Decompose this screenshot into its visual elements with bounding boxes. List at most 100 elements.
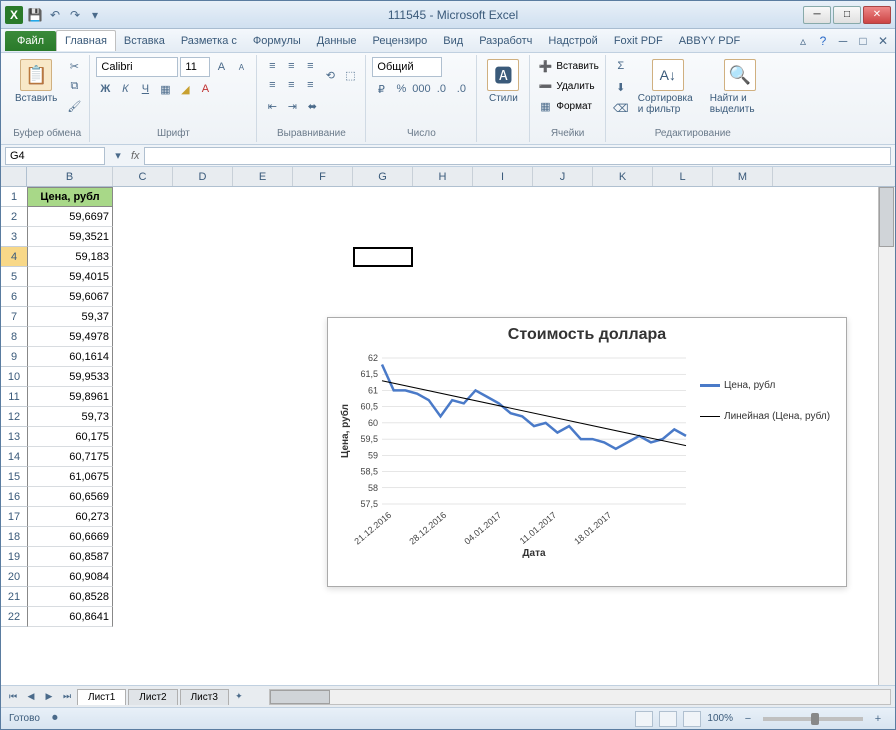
cell-B21[interactable]: 60,8528 xyxy=(27,587,113,607)
cell-B14[interactable]: 60,7175 xyxy=(27,447,113,467)
align-left-icon[interactable]: ≡ xyxy=(263,76,281,94)
cell-B18[interactable]: 60,6669 xyxy=(27,527,113,547)
row-header-7[interactable]: 7 xyxy=(1,307,27,327)
sheet-nav-first-icon[interactable]: ⏮ xyxy=(5,689,21,705)
align-top-icon[interactable]: ≡ xyxy=(263,57,281,75)
decrease-decimal-icon[interactable]: .0 xyxy=(452,80,470,98)
format-painter-icon[interactable]: 🖌 xyxy=(65,97,83,115)
row-header-20[interactable]: 20 xyxy=(1,567,27,587)
clear-icon[interactable]: ⌫ xyxy=(612,99,630,117)
increase-decimal-icon[interactable]: .0 xyxy=(432,80,450,98)
tab-formulas[interactable]: Формулы xyxy=(245,31,309,51)
cell-B13[interactable]: 60,175 xyxy=(27,427,113,447)
view-pagebreak-icon[interactable] xyxy=(683,711,701,727)
tab-home[interactable]: Главная xyxy=(56,30,116,51)
fill-icon[interactable]: ⬇ xyxy=(612,78,630,96)
find-select-button[interactable]: 🔍 Найти и выделить xyxy=(706,57,774,117)
active-cell[interactable] xyxy=(353,247,413,267)
sheet-tab-2[interactable]: Лист2 xyxy=(128,689,177,705)
row-header-11[interactable]: 11 xyxy=(1,387,27,407)
cell-B7[interactable]: 59,37 xyxy=(27,307,113,327)
align-right-icon[interactable]: ≡ xyxy=(301,76,319,94)
doc-max-icon[interactable]: □ xyxy=(855,33,871,49)
maximize-button[interactable]: □ xyxy=(833,6,861,24)
sheet-tab-3[interactable]: Лист3 xyxy=(180,689,229,705)
cell-B9[interactable]: 60,1614 xyxy=(27,347,113,367)
file-tab[interactable]: Файл xyxy=(5,31,56,51)
wrap-text-icon[interactable]: ⬚ xyxy=(341,67,359,85)
delete-cells-button[interactable]: ➖Удалить xyxy=(536,77,594,95)
decrease-indent-icon[interactable]: ⇤ xyxy=(263,97,281,115)
sort-filter-button[interactable]: A↓ Сортировка и фильтр xyxy=(634,57,702,117)
increase-indent-icon[interactable]: ⇥ xyxy=(283,97,301,115)
minimize-button[interactable]: ─ xyxy=(803,6,831,24)
styles-button[interactable]: 🅰 Стили xyxy=(483,57,523,106)
bold-icon[interactable]: Ж xyxy=(96,80,114,98)
cell-B17[interactable]: 60,273 xyxy=(27,507,113,527)
underline-icon[interactable]: Ч xyxy=(136,80,154,98)
column-header-J[interactable]: J xyxy=(533,167,593,186)
sheet-tab-1[interactable]: Лист1 xyxy=(77,689,126,705)
column-header-M[interactable]: M xyxy=(713,167,773,186)
font-name-select[interactable] xyxy=(96,57,178,77)
doc-close-icon[interactable]: ✕ xyxy=(875,33,891,49)
cut-icon[interactable]: ✂ xyxy=(65,57,83,75)
tab-review[interactable]: Рецензиро xyxy=(365,31,436,51)
tab-abbyy[interactable]: ABBYY PDF xyxy=(671,31,749,51)
column-header-I[interactable]: I xyxy=(473,167,533,186)
cell-B16[interactable]: 60,6569 xyxy=(27,487,113,507)
cell-B1-header[interactable]: Цена, рубл xyxy=(27,187,113,207)
font-color-icon[interactable]: A xyxy=(196,80,214,98)
cell-B8[interactable]: 59,4978 xyxy=(27,327,113,347)
formula-bar[interactable] xyxy=(144,147,891,165)
row-header-19[interactable]: 19 xyxy=(1,547,27,567)
doc-min-icon[interactable]: ─ xyxy=(835,33,851,49)
tab-developer[interactable]: Разработч xyxy=(471,31,540,51)
row-header-6[interactable]: 6 xyxy=(1,287,27,307)
hscroll-thumb[interactable] xyxy=(270,690,330,704)
row-header-22[interactable]: 22 xyxy=(1,607,27,627)
tab-data[interactable]: Данные xyxy=(309,31,365,51)
redo-icon[interactable]: ↷ xyxy=(67,7,83,23)
tab-view[interactable]: Вид xyxy=(435,31,471,51)
percent-icon[interactable]: % xyxy=(392,80,410,98)
cell-B22[interactable]: 60,8641 xyxy=(27,607,113,627)
tab-insert[interactable]: Вставка xyxy=(116,31,173,51)
currency-icon[interactable]: ₽ xyxy=(372,80,390,98)
zoom-slider[interactable] xyxy=(763,717,863,721)
vscroll-thumb[interactable] xyxy=(879,187,894,247)
cell-B20[interactable]: 60,9084 xyxy=(27,567,113,587)
row-header-4[interactable]: 4 xyxy=(1,247,27,267)
shrink-font-icon[interactable]: A xyxy=(232,58,250,76)
grow-font-icon[interactable]: A xyxy=(212,58,230,76)
column-header-K[interactable]: K xyxy=(593,167,653,186)
column-header-H[interactable]: H xyxy=(413,167,473,186)
view-normal-icon[interactable] xyxy=(635,711,653,727)
namebox-dropdown-icon[interactable]: ▾ xyxy=(109,147,127,165)
italic-icon[interactable]: К xyxy=(116,80,134,98)
sheet-nav-prev-icon[interactable]: ◀ xyxy=(23,689,39,705)
help-icon[interactable]: ? xyxy=(815,33,831,49)
merge-icon[interactable]: ⬌ xyxy=(303,97,321,115)
qat-more-icon[interactable]: ▾ xyxy=(87,7,103,23)
cell-B11[interactable]: 59,8961 xyxy=(27,387,113,407)
row-header-16[interactable]: 16 xyxy=(1,487,27,507)
tab-addins[interactable]: Надстрой xyxy=(540,31,605,51)
fx-icon[interactable]: fx xyxy=(131,150,140,162)
align-middle-icon[interactable]: ≡ xyxy=(282,57,300,75)
undo-icon[interactable]: ↶ xyxy=(47,7,63,23)
minimize-ribbon-icon[interactable]: ▵ xyxy=(795,33,811,49)
sheet-nav-next-icon[interactable]: ▶ xyxy=(41,689,57,705)
paste-button[interactable]: 📋 Вставить xyxy=(11,57,61,106)
cell-B3[interactable]: 59,3521 xyxy=(27,227,113,247)
view-layout-icon[interactable] xyxy=(659,711,677,727)
fill-color-icon[interactable]: ◢ xyxy=(176,80,194,98)
tab-foxit[interactable]: Foxit PDF xyxy=(606,31,671,51)
cell-B12[interactable]: 59,73 xyxy=(27,407,113,427)
insert-cells-button[interactable]: ➕Вставить xyxy=(536,57,598,75)
zoom-out-icon[interactable]: − xyxy=(739,710,757,728)
column-header-G[interactable]: G xyxy=(353,167,413,186)
number-format-select[interactable] xyxy=(372,57,442,77)
close-button[interactable]: ✕ xyxy=(863,6,891,24)
cell-B10[interactable]: 59,9533 xyxy=(27,367,113,387)
